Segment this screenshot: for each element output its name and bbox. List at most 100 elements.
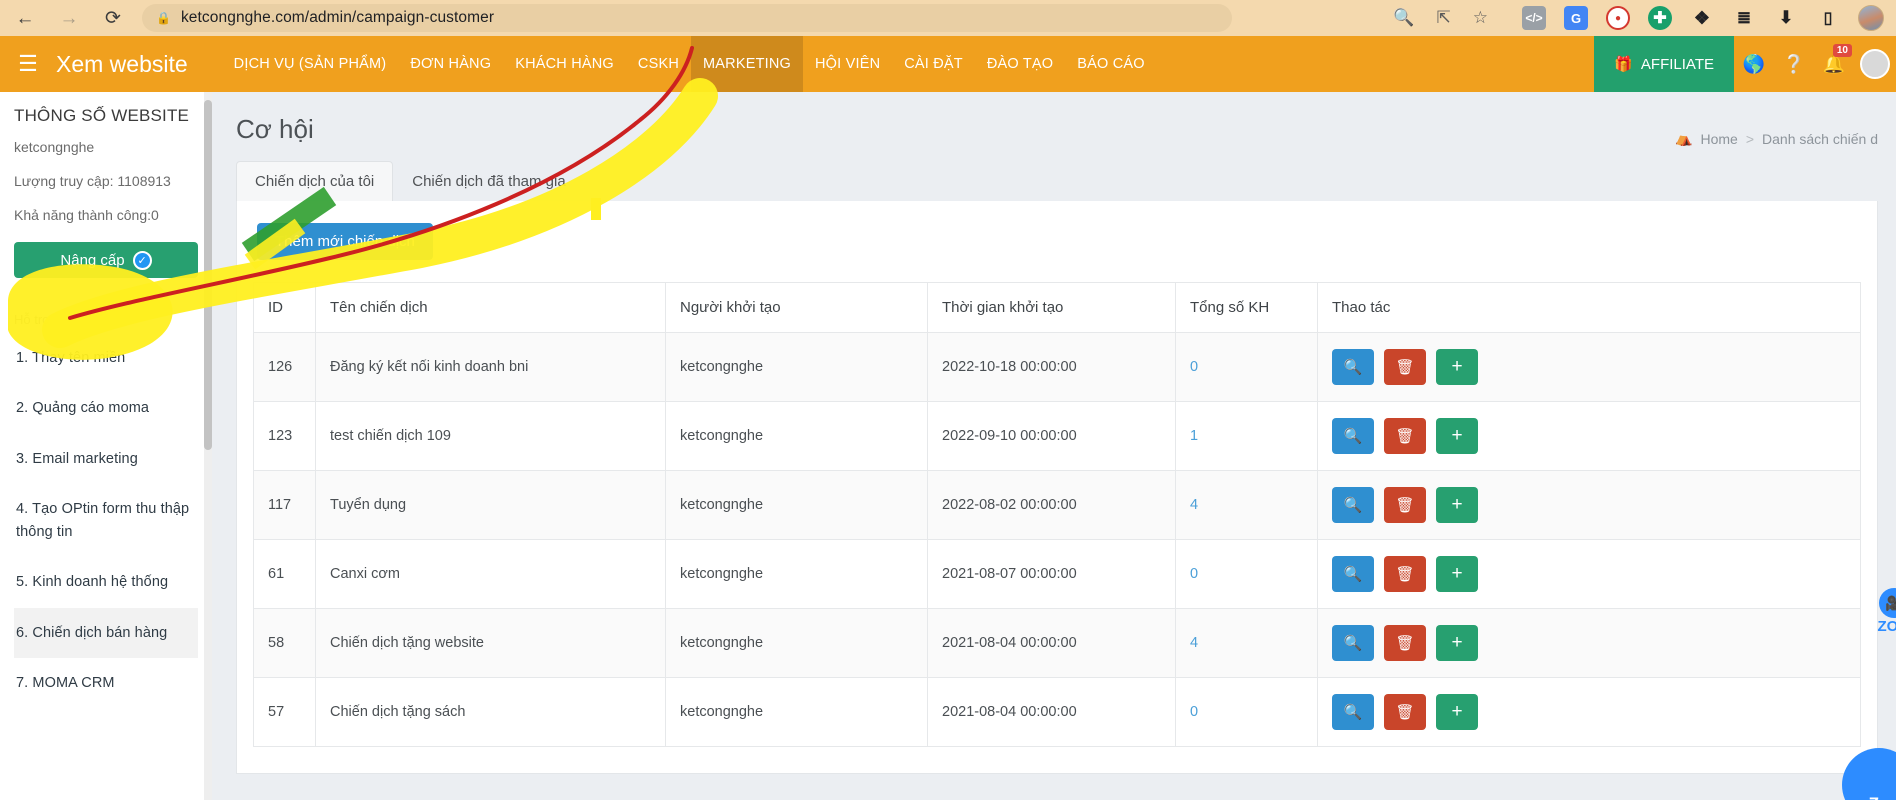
menu-item-don-hang[interactable]: ĐƠN HÀNG — [398, 36, 503, 92]
check-circle-icon: ✓ — [133, 251, 152, 270]
column-header-owner[interactable]: Người khởi tạo — [666, 283, 928, 333]
table-row[interactable]: 117 Tuyển dụng ketcongnghe 2022-08-02 00… — [254, 471, 1861, 540]
column-header-name[interactable]: Tên chiến dịch — [316, 283, 666, 333]
reload-icon[interactable]: ⟳ — [100, 5, 126, 31]
column-header-id[interactable]: ID — [254, 283, 316, 333]
menu-item-marketing[interactable]: MARKETING — [691, 36, 803, 92]
menu-item-cskh[interactable]: CSKH — [626, 36, 691, 92]
breadcrumb-home[interactable]: Home — [1700, 131, 1737, 147]
table-row[interactable]: 61 Canxi cơm ketcongnghe 2021-08-07 00:0… — [254, 540, 1861, 609]
address-bar[interactable]: 🔒 ketcongnghe.com/admin/campaign-custome… — [142, 4, 1232, 32]
zoom-out-icon[interactable]: 🔍 — [1393, 8, 1414, 28]
forward-arrow-icon[interactable]: → — [56, 5, 82, 31]
total-kh-link[interactable]: 1 — [1190, 428, 1198, 444]
menu-item-dao-tao[interactable]: ĐÀO TẠO — [975, 36, 1065, 92]
star-icon[interactable]: ☆ — [1473, 8, 1488, 28]
plus-icon[interactable]: + — [1436, 625, 1478, 661]
sidebar-item-moma-crm[interactable]: 7. MOMA CRM — [14, 658, 198, 708]
trash-icon[interactable]: 🗑 — [1384, 349, 1426, 385]
profile-avatar[interactable] — [1858, 5, 1884, 31]
downloads-icon[interactable]: ⬇ — [1774, 6, 1798, 30]
sidebar-item-thay-ten-mien[interactable]: 1. Thay tên miền — [14, 333, 198, 383]
total-kh-link[interactable]: 4 — [1190, 497, 1198, 513]
side-panel-icon[interactable]: ▯ — [1816, 6, 1840, 30]
trash-icon[interactable]: 🗑 — [1384, 694, 1426, 730]
add-campaign-button[interactable]: Thêm mới chiến dịch — [257, 223, 433, 260]
trash-icon[interactable]: 🗑 — [1384, 556, 1426, 592]
search-icon[interactable]: 🔍 — [1332, 487, 1374, 523]
total-kh-link[interactable]: 0 — [1190, 359, 1198, 375]
table-row[interactable]: 58 Chiến dịch tặng website ketcongnghe 2… — [254, 609, 1861, 678]
menu-item-dich-vu[interactable]: DỊCH VỤ (SẢN PHẨM) — [222, 36, 399, 92]
column-header-created[interactable]: Thời gian khởi tạo — [928, 283, 1176, 333]
cell-name: Đăng ký kết nối kinh doanh bni — [316, 333, 666, 402]
plus-icon[interactable]: + — [1436, 349, 1478, 385]
globe-icon[interactable]: 🌎 — [1734, 36, 1774, 92]
cell-actions: 🔍 🗑 + — [1318, 678, 1861, 747]
google-translate-extension-icon[interactable]: G — [1564, 6, 1588, 30]
cell-owner: ketcongnghe — [666, 471, 928, 540]
cell-id: 123 — [254, 402, 316, 471]
cell-owner: ketcongnghe — [666, 540, 928, 609]
trash-icon[interactable]: 🗑 — [1384, 418, 1426, 454]
cell-created: 2022-10-18 00:00:00 — [928, 333, 1176, 402]
zoom-fab-label: Zo — [1869, 794, 1890, 800]
cell-name: Chiến dịch tặng sách — [316, 678, 666, 747]
plus-icon[interactable]: + — [1436, 487, 1478, 523]
plus-extension-icon[interactable]: ✚ — [1648, 6, 1672, 30]
cell-name: test chiến dịch 109 — [316, 402, 666, 471]
plus-icon[interactable]: + — [1436, 694, 1478, 730]
table-row[interactable]: 123 test chiến dịch 109 ketcongnghe 2022… — [254, 402, 1861, 471]
page-title: Cơ hội — [230, 106, 314, 145]
circle-extension-icon[interactable]: ● — [1606, 6, 1630, 30]
sidebar-item-optin-form[interactable]: 4. Tạo OPtin form thu thập thông tin — [14, 484, 198, 557]
search-icon[interactable]: 🔍 — [1332, 349, 1374, 385]
menu-item-bao-cao[interactable]: BÁO CÁO — [1065, 36, 1156, 92]
total-kh-link[interactable]: 0 — [1190, 566, 1198, 582]
cell-actions: 🔍 🗑 + — [1318, 609, 1861, 678]
search-icon[interactable]: 🔍 — [1332, 556, 1374, 592]
plus-icon[interactable]: + — [1436, 418, 1478, 454]
sidebar-support-label: Hỗ trợ — [14, 278, 198, 333]
trash-icon[interactable]: 🗑 — [1384, 625, 1426, 661]
sidebar-scrollbar-thumb[interactable] — [204, 100, 212, 450]
affiliate-button[interactable]: 🎁 AFFILIATE — [1594, 36, 1734, 92]
sidebar-item-email-marketing[interactable]: 3. Email marketing — [14, 434, 198, 484]
table-row[interactable]: 57 Chiến dịch tặng sách ketcongnghe 2021… — [254, 678, 1861, 747]
menu-item-cai-dat[interactable]: CÀI ĐẶT — [892, 36, 975, 92]
sidebar-item-quang-cao-moma[interactable]: 2. Quảng cáo moma — [14, 383, 198, 433]
help-icon[interactable]: ❔ — [1774, 36, 1814, 92]
notification-badge: 10 — [1833, 44, 1852, 57]
share-icon[interactable]: ⇱ — [1437, 8, 1451, 28]
bell-icon[interactable]: 🔔 10 — [1814, 36, 1854, 92]
sidebar-item-chien-dich-ban-hang[interactable]: 6. Chiến dịch bán hàng — [14, 608, 198, 658]
search-icon[interactable]: 🔍 — [1332, 694, 1374, 730]
upgrade-button[interactable]: Nâng cấp ✓ — [14, 242, 198, 278]
menu-item-khach-hang[interactable]: KHÁCH HÀNG — [503, 36, 626, 92]
zoom-meeting-widget[interactable]: 🎥 ZOO — [1878, 588, 1896, 635]
browser-nav-buttons: ← → ⟳ — [12, 5, 126, 31]
puzzle-extensions-icon[interactable]: ❖ — [1690, 6, 1714, 30]
plus-icon[interactable]: + — [1436, 556, 1478, 592]
user-avatar[interactable] — [1860, 49, 1890, 79]
search-icon[interactable]: 🔍 — [1332, 625, 1374, 661]
playlist-extension-icon[interactable]: ≣ — [1732, 6, 1756, 30]
column-header-actions[interactable]: Thao tác — [1318, 283, 1861, 333]
code-extension-icon[interactable]: </> — [1522, 6, 1546, 30]
upgrade-label: Nâng cấp — [60, 252, 124, 269]
brand-label[interactable]: Xem website — [56, 51, 222, 78]
sidebar-item-kinh-doanh-he-thong[interactable]: 5. Kinh doanh hệ thống — [14, 557, 198, 607]
total-kh-link[interactable]: 0 — [1190, 704, 1198, 720]
tab-chien-dich-cua-toi[interactable]: Chiến dịch của tôi — [236, 161, 393, 201]
sidebar-scrollbar[interactable] — [204, 92, 212, 800]
tab-chien-dich-da-tham-gia[interactable]: Chiến dịch đã tham gia — [393, 161, 584, 201]
app-top-navigation: ☰ Xem website DỊCH VỤ (SẢN PHẨM) ĐƠN HÀN… — [0, 36, 1896, 92]
column-header-total-kh[interactable]: Tổng số KH — [1176, 283, 1318, 333]
table-row[interactable]: 126 Đăng ký kết nối kinh doanh bni ketco… — [254, 333, 1861, 402]
search-icon[interactable]: 🔍 — [1332, 418, 1374, 454]
total-kh-link[interactable]: 4 — [1190, 635, 1198, 651]
trash-icon[interactable]: 🗑 — [1384, 487, 1426, 523]
hamburger-menu-icon[interactable]: ☰ — [0, 51, 56, 77]
back-arrow-icon[interactable]: ← — [12, 5, 38, 31]
menu-item-hoi-vien[interactable]: HỘI VIÊN — [803, 36, 892, 92]
